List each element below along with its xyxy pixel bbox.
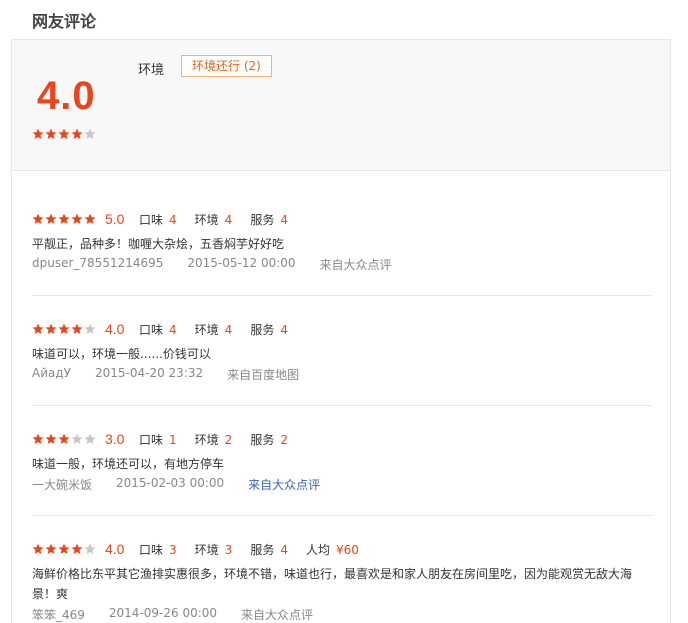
star-filled-icon (71, 128, 83, 140)
service-rating: 服务 4 (250, 212, 288, 227)
review-stars (32, 213, 96, 225)
taste-rating: 口味 4 (139, 212, 177, 227)
overall-score: 4.0 (37, 74, 96, 118)
review-time: 2015-02-03 00:00 (116, 476, 225, 490)
review-text: 味道可以，环境一般......价钱可以 (32, 347, 211, 361)
star-empty-icon (84, 543, 96, 555)
review-score: 3.0 (105, 431, 125, 447)
star-filled-icon (45, 213, 57, 225)
env-rating: 环境 2 (194, 432, 233, 447)
env-rating: 环境 3 (194, 542, 233, 557)
review-item: 4.0 口味 4 环境 4 服务 4 味道可以，环境一般......价钱可以 Айад… (32, 320, 652, 383)
review-user[interactable]: dpuser_78551214695 (32, 256, 163, 273)
overall-stars (32, 128, 96, 140)
review-user[interactable]: 一大碗米饭 (32, 476, 92, 493)
star-filled-icon (32, 433, 44, 445)
review-user[interactable]: 笨笨_469 (32, 606, 85, 623)
review-stars (32, 543, 96, 555)
star-filled-icon (45, 128, 57, 140)
star-filled-icon (58, 213, 70, 225)
review-item: 4.0 口味 3 环境 3 服务 4 人均 ¥60 海鲜价格比东平其它渔排实惠很多，环境… (32, 540, 652, 623)
star-filled-icon (32, 543, 44, 555)
star-filled-icon (71, 543, 83, 555)
review-user[interactable]: АйадУ (32, 366, 71, 383)
service-rating: 服务 4 (250, 542, 288, 557)
star-filled-icon (32, 128, 44, 140)
star-filled-icon (45, 433, 57, 445)
divider (32, 515, 652, 516)
star-empty-icon (71, 433, 83, 445)
tag-category-label: 环境 (138, 63, 165, 78)
star-filled-icon (32, 213, 44, 225)
rating-summary: 4.0 环境 环境还行 (2) (12, 40, 670, 171)
review-text: 海鲜价格比东平其它渔排实惠很多，环境不错，味道也行，最喜欢是和家人朋友在房间里吃… (32, 567, 633, 601)
review-stars (32, 323, 96, 335)
review-time: 2015-04-20 23:32 (94, 366, 204, 380)
divider (32, 405, 652, 406)
review-source: 来自大众点评 (241, 608, 314, 622)
reviews-panel: 4.0 环境 环境还行 (2) 5.0 口味 4 环境 4 服务 4 平靓正，品种多！… (11, 39, 671, 623)
env-rating: 环境 4 (194, 212, 233, 227)
star-empty-icon (84, 433, 96, 445)
review-item: 3.0 口味 1 环境 2 服务 2 味道一般，环境还可以，有地方停车 一大碗米饭 2… (32, 430, 652, 493)
divider (32, 295, 652, 296)
taste-rating: 口味 3 (139, 542, 177, 557)
review-source: 来自大众点评 (319, 258, 392, 272)
taste-rating: 口味 4 (139, 322, 177, 337)
env-rating: 环境 4 (194, 322, 233, 337)
review-text: 味道一般，环境还可以，有地方停车 (32, 457, 225, 471)
review-text: 平靓正，品种多！咖喱大杂烩，五香焖芋好好吃 (32, 237, 285, 251)
star-filled-icon (58, 543, 70, 555)
review-score: 4.0 (105, 321, 125, 337)
review-score: 5.0 (105, 211, 125, 227)
service-rating: 服务 2 (250, 432, 288, 447)
star-filled-icon (58, 323, 70, 335)
review-source: 来自百度地图 (227, 368, 300, 382)
star-filled-icon (58, 433, 70, 445)
star-filled-icon (71, 323, 83, 335)
star-filled-icon (32, 323, 44, 335)
review-stars (32, 433, 96, 445)
review-item: 5.0 口味 4 环境 4 服务 4 平靓正，品种多！咖喱大杂烩，五香焖芋好好吃 dp… (32, 210, 652, 273)
star-empty-icon (84, 323, 96, 335)
star-filled-icon (84, 213, 96, 225)
star-filled-icon (71, 213, 83, 225)
star-empty-icon (84, 128, 96, 140)
section-title: 网友评论 (32, 12, 97, 31)
star-filled-icon (45, 323, 57, 335)
taste-rating: 口味 1 (139, 432, 177, 447)
star-filled-icon (45, 543, 57, 555)
review-score: 4.0 (105, 541, 125, 557)
star-filled-icon (58, 128, 70, 140)
review-time: 2014-09-26 00:00 (108, 606, 218, 620)
service-rating: 服务 4 (250, 322, 288, 337)
avg-price: 人均 ¥60 (305, 542, 359, 557)
tag-chip-env[interactable]: 环境还行 (2) (181, 55, 272, 77)
review-source-link[interactable]: 来自大众点评 (248, 476, 320, 493)
review-time: 2015-05-12 00:00 (187, 256, 296, 270)
